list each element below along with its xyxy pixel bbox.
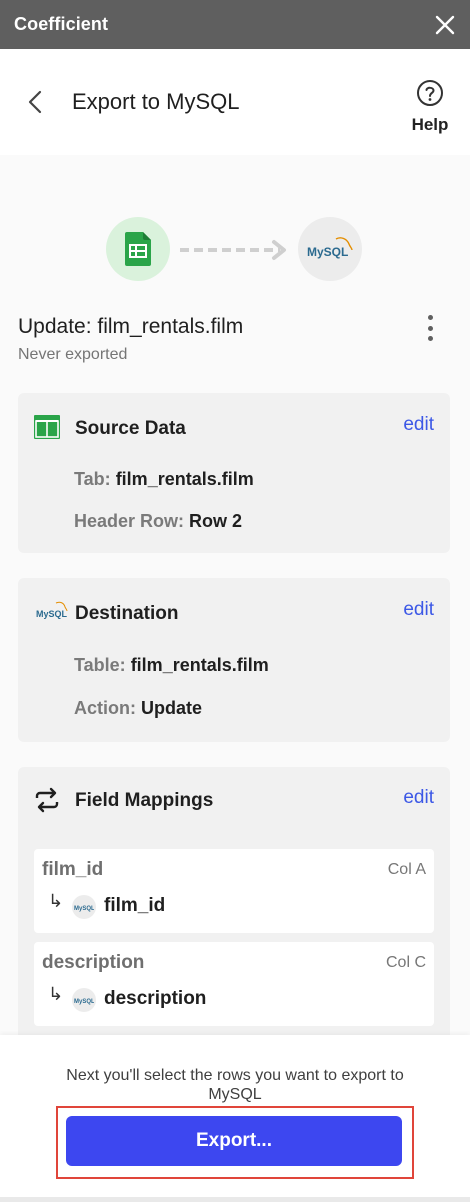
export-button[interactable]: Export... <box>66 1116 402 1166</box>
mapping-source-field: description <box>42 952 145 973</box>
destination-card: MySQL Destination edit Table: film_renta… <box>18 578 450 742</box>
source-header-row: Header Row: Row 2 <box>74 511 243 531</box>
edit-source-link[interactable]: edit <box>403 414 434 436</box>
destination-action-row: Action: Update <box>74 698 203 718</box>
field-mappings-title: Field Mappings <box>75 790 214 811</box>
export-title: Update: film_rentals.film <box>18 315 244 338</box>
sync-arrows-icon <box>34 787 60 818</box>
mapping-column: Col C <box>385 954 426 971</box>
mapping-arrow-icon: ↳ <box>48 984 64 1004</box>
export-panel: MySQL Update: film_rentals.film Never ex… <box>0 155 470 1035</box>
source-tab-row: Tab: film_rentals.film <box>74 469 254 489</box>
more-options-icon[interactable] <box>418 313 442 343</box>
help-label: Help <box>411 115 449 134</box>
bottom-divider <box>0 1197 470 1202</box>
source-data-card: Source Data edit Tab: film_rentals.film … <box>18 393 450 553</box>
field-mappings-card: Field Mappings edit film_id Col A ↳ MySQ… <box>18 767 450 1035</box>
svg-text:MySQL: MySQL <box>307 245 348 259</box>
close-icon[interactable] <box>432 12 458 38</box>
svg-text:MySQL: MySQL <box>74 906 94 912</box>
mysql-logo: MySQL <box>298 217 362 281</box>
footer: Next you'll select the rows you want to … <box>0 1035 470 1202</box>
mapping-column: Col A <box>387 861 426 878</box>
destination-table-row: Table: film_rentals.film <box>74 655 269 675</box>
mapping-target-field: film_id <box>104 895 166 916</box>
svg-text:MySQL: MySQL <box>74 999 94 1005</box>
export-status: Never exported <box>18 346 128 363</box>
mapping-source-field: film_id <box>42 859 104 880</box>
back-arrow-icon[interactable] <box>24 89 48 115</box>
app-title: Coefficient <box>14 14 109 34</box>
mapping-arrow-icon: ↳ <box>48 891 64 911</box>
edit-destination-link[interactable]: edit <box>403 599 434 621</box>
question-circle-icon <box>416 80 444 111</box>
google-sheets-icon <box>106 217 170 281</box>
mapping-target-field: description <box>104 988 207 1009</box>
title-bar: Coefficient <box>0 0 470 49</box>
mapping-row: description Col C ↳ MySQL description <box>34 942 434 1026</box>
export-hint: Next you'll select the rows you want to … <box>66 1067 404 1103</box>
mysql-small-icon: MySQL <box>72 988 96 1012</box>
export-flow-diagram: MySQL <box>106 217 366 281</box>
edit-mappings-link[interactable]: edit <box>403 787 434 809</box>
sheet-table-icon <box>34 415 60 444</box>
svg-text:MySQL: MySQL <box>36 609 68 619</box>
dashed-arrow-icon <box>180 239 292 266</box>
mapping-row: film_id Col A ↳ MySQL film_id <box>34 849 434 933</box>
source-data-title: Source Data <box>75 418 186 439</box>
page-title: Export to MySQL <box>72 89 240 114</box>
mysql-small-icon: MySQL <box>72 895 96 919</box>
page-header: Export to MySQL Help <box>0 49 470 155</box>
help-button[interactable]: Help <box>404 79 456 135</box>
destination-title: Destination <box>75 603 179 624</box>
mysql-small-icon: MySQL <box>36 600 68 627</box>
